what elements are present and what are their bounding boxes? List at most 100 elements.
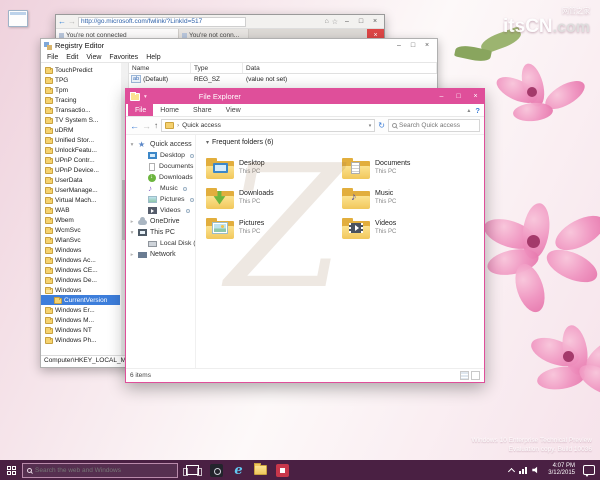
registry-tree-item[interactable]: CurrentVersion [41,295,120,305]
internet-explorer-button[interactable] [231,462,246,478]
forward-icon[interactable] [142,121,151,131]
registry-tree-item[interactable]: WcmSvc [41,225,120,235]
column-header[interactable]: Type [191,63,243,73]
registry-tree-item[interactable]: Windows [41,245,120,255]
menu-item[interactable]: File [43,54,62,61]
start-button[interactable] [0,460,22,480]
registry-tree-item[interactable]: UserData [41,175,120,185]
explorer-search-box[interactable] [388,119,480,132]
action-center-icon[interactable] [583,465,595,477]
registry-value-row[interactable]: (Default) REG_SZ (value not set) [129,74,437,84]
store-button[interactable] [275,462,290,478]
registry-tree-item[interactable]: Windows Er... [41,305,120,315]
thumbnail-view-button[interactable] [471,371,480,380]
registry-tree-item[interactable]: UnlockFeatu... [41,145,120,155]
registry-tree-item[interactable]: UPnP Device... [41,165,120,175]
nav-item[interactable]: Documents [126,161,195,172]
browser-back-icon[interactable]: ← [58,17,66,26]
menu-item[interactable]: Edit [62,54,82,61]
registry-tree-item[interactable]: TV System S... [41,115,120,125]
favorites-icon[interactable]: ☆ [332,18,338,26]
nav-item[interactable]: Videos [126,205,195,216]
menu-item[interactable]: View [82,54,105,61]
explorer-search-input[interactable] [399,122,476,129]
registry-tree-item[interactable]: Windows Ph... [41,335,120,345]
registry-tree-item[interactable]: Tpm [41,85,120,95]
address-breadcrumb[interactable]: Quick access [161,119,376,132]
expander-icon[interactable] [129,251,135,258]
registry-tree-item[interactable]: Windows De... [41,275,120,285]
taskbar-search-input[interactable] [35,466,173,474]
nav-item[interactable]: Music [126,183,195,194]
desktop-icon[interactable] [8,10,28,27]
nav-item[interactable]: Local Disk (C:) [126,238,195,249]
registry-tree-item[interactable]: Wbem [41,215,120,225]
registry-tree-item[interactable]: TPG [41,75,120,85]
registry-tree-item[interactable]: Windows M... [41,315,120,325]
registry-tree-item[interactable]: UserManage... [41,185,120,195]
expander-icon[interactable] [129,141,135,148]
home-icon[interactable]: ⌂ [324,18,328,26]
nav-item[interactable]: Network [126,249,195,260]
registry-maximize-button[interactable] [406,40,420,52]
up-icon[interactable] [154,121,158,130]
registry-tree-item[interactable]: TouchPredict [41,65,120,75]
back-icon[interactable] [130,121,139,131]
registry-tree-item[interactable]: Virtual Mach... [41,195,120,205]
registry-tree-item[interactable]: WlanSvc [41,235,120,245]
registry-tree-item[interactable]: WAB [41,205,120,215]
column-header[interactable]: Data [243,63,437,73]
folder-tile[interactable]: Videos This PC [342,213,474,243]
pinned-app-icon[interactable] [209,462,224,478]
registry-tree-item[interactable]: uDRM [41,125,120,135]
registry-tree-item[interactable]: UPnP Contr... [41,155,120,165]
ribbon-tab[interactable]: Home [153,104,186,116]
group-header[interactable]: Frequent folders (6) [206,139,484,146]
registry-tree-item[interactable]: Windows Ac... [41,255,120,265]
registry-tree-item[interactable]: Windows [41,285,120,295]
help-icon[interactable] [475,106,480,115]
browser-minimize-button[interactable] [340,16,354,28]
menu-item[interactable]: Favorites [105,54,142,61]
ribbon-tab[interactable]: View [219,104,248,116]
folder-tile[interactable]: Pictures This PC [206,213,338,243]
task-view-button[interactable] [183,465,202,476]
nav-item[interactable]: Pictures [126,194,195,205]
nav-item[interactable]: Desktop [126,150,195,161]
registry-tree-item[interactable]: Tracing [41,95,120,105]
refresh-icon[interactable] [378,121,385,130]
registry-tree-item[interactable]: Windows NT [41,325,120,335]
expander-icon[interactable] [129,229,135,236]
ribbon-tab[interactable]: File [128,104,154,116]
browser-forward-icon[interactable]: → [68,17,76,26]
explorer-maximize-button[interactable] [450,89,467,104]
registry-minimize-button[interactable] [392,40,406,52]
network-icon[interactable] [519,466,528,474]
registry-tree-item[interactable]: Windows CE... [41,265,120,275]
nav-item[interactable]: Downloads [126,172,195,183]
browser-address-bar[interactable] [78,16,246,27]
expander-icon[interactable] [129,218,135,225]
volume-icon[interactable] [532,466,538,474]
tray-expand-icon[interactable] [508,467,516,475]
browser-maximize-button[interactable] [354,16,368,28]
breadcrumb-dropdown-icon[interactable] [369,122,372,129]
column-header[interactable]: Name [129,63,191,73]
registry-tree-item[interactable]: Transactio... [41,105,120,115]
nav-item[interactable]: Quick access [126,139,195,150]
file-explorer-button[interactable] [253,462,268,478]
folder-tile[interactable]: Downloads This PC [206,183,338,213]
details-view-button[interactable] [460,371,469,380]
nav-item[interactable]: OneDrive [126,216,195,227]
explorer-minimize-button[interactable] [433,89,450,104]
ribbon-tab[interactable]: Share [186,104,219,116]
taskbar-clock[interactable]: 4:07 PM 3/12/2015 [548,463,575,478]
qat-customize-icon[interactable]: ▾ [144,94,147,100]
folder-tile[interactable]: Documents This PC [342,153,474,183]
menu-item[interactable]: Help [142,54,164,61]
folder-tile[interactable]: Music This PC [342,183,474,213]
registry-tree-item[interactable]: Unified Stor... [41,135,120,145]
ribbon-collapse-icon[interactable] [467,107,470,114]
folder-tile[interactable]: Desktop This PC [206,153,338,183]
nav-item[interactable]: This PC [126,227,195,238]
